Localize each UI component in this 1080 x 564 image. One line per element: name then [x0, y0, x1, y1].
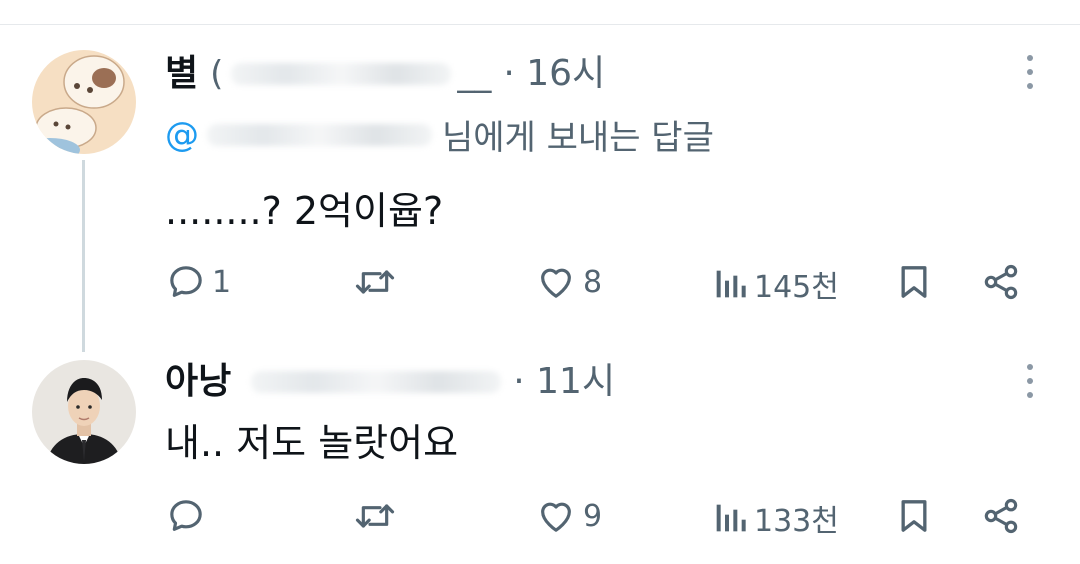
like-icon [541, 502, 571, 532]
tweet-text: 내.. 저도 놀랏어요 [165, 421, 459, 465]
timestamp[interactable]: · 16시 [503, 44, 605, 96]
bookmark-button[interactable] [894, 261, 934, 303]
bookmark-icon [901, 266, 927, 298]
handle-tail: __ [457, 54, 492, 94]
bookmark-button[interactable] [894, 495, 934, 537]
reply-count: 1 [212, 264, 232, 300]
views-button[interactable]: 145천 [712, 262, 839, 306]
reply-mention[interactable]: @ [165, 115, 199, 155]
view-count: 133천 [754, 504, 839, 539]
avatar-image [32, 360, 136, 464]
like-button[interactable]: 8 [535, 262, 602, 302]
like-count: 8 [583, 264, 603, 300]
share-button[interactable] [980, 262, 1022, 302]
action-bar: 1 8 145천 [0, 256, 1080, 306]
retweet-button[interactable] [353, 496, 403, 536]
author-line: 아낭 · 11시 [165, 352, 615, 404]
retweet-button[interactable] [353, 262, 403, 302]
more-icon[interactable] [1024, 364, 1036, 398]
reply-icon [170, 266, 202, 297]
top-divider [0, 24, 1080, 25]
like-icon [541, 268, 571, 298]
reply-suffix: 님에게 보내는 답글 [442, 118, 714, 158]
share-icon [984, 498, 1018, 534]
action-bar: 9 133천 [0, 490, 1080, 540]
redacted-mention [207, 123, 432, 146]
display-name[interactable]: 별 [165, 44, 198, 96]
like-count: 9 [583, 498, 603, 534]
share-button[interactable] [980, 496, 1022, 536]
share-icon [984, 264, 1018, 300]
views-icon [716, 270, 746, 298]
retweet-icon [355, 270, 395, 294]
timestamp[interactable]: · 11시 [513, 352, 615, 404]
display-name[interactable]: 아낭 [165, 352, 231, 404]
author-line: 별 ( __ · 16시 [165, 44, 605, 96]
view-count: 145천 [754, 270, 839, 305]
avatar[interactable] [32, 50, 136, 154]
avatar-image [32, 50, 136, 154]
like-button[interactable]: 9 [535, 496, 602, 536]
avatar[interactable] [32, 360, 136, 464]
redacted-handle [231, 63, 452, 85]
reply-icon [170, 500, 202, 531]
reply-button[interactable] [166, 496, 212, 536]
reply-button[interactable]: 1 [166, 262, 231, 302]
retweet-icon [355, 504, 395, 528]
more-icon[interactable] [1024, 55, 1036, 89]
redacted-handle [251, 371, 502, 393]
tweet-text: ........? 2억이윱? [165, 189, 444, 233]
views-button[interactable]: 133천 [712, 496, 839, 540]
handle[interactable]: ( [210, 54, 223, 94]
bookmark-icon [901, 500, 927, 532]
views-icon [716, 504, 746, 532]
reply-to-line: @ 님에게 보내는 답글 [165, 110, 714, 159]
